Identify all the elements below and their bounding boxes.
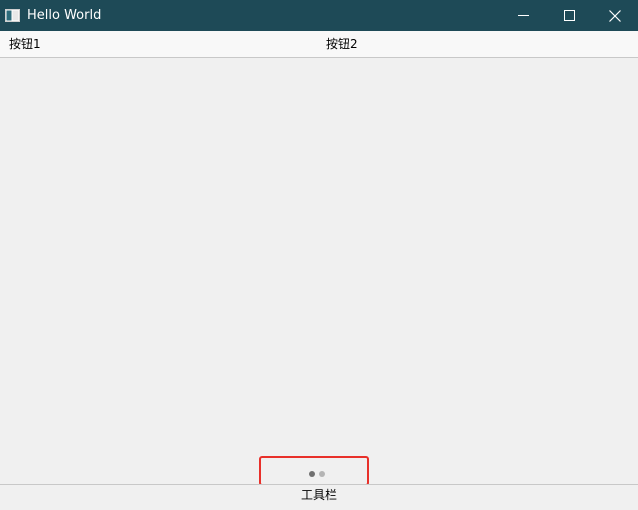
window-app-icon [5,9,20,22]
toolbar-button-2[interactable]: 按钮2 [326,31,358,57]
central-widget [0,58,638,484]
close-button[interactable] [592,0,638,31]
maximize-button[interactable] [546,0,592,31]
toolbar-button-1[interactable]: 按钮1 [9,31,41,57]
page-indicator-dot-active[interactable] [309,471,315,477]
top-toolbar: 按钮1 按钮2 [0,31,638,58]
bottom-toolbar-label: 工具栏 [300,488,337,502]
bottom-toolbar: 工具栏 [0,484,638,510]
title-bar[interactable]: Hello World [0,0,638,31]
minimize-button[interactable] [500,0,546,31]
window-title: Hello World [27,8,102,23]
maximize-icon [563,10,575,21]
main-window: Hello World 按钮1 按钮2 工具栏 [0,0,638,510]
close-icon [609,9,621,22]
minimize-icon [517,15,529,16]
page-indicator-dot[interactable] [319,471,325,477]
